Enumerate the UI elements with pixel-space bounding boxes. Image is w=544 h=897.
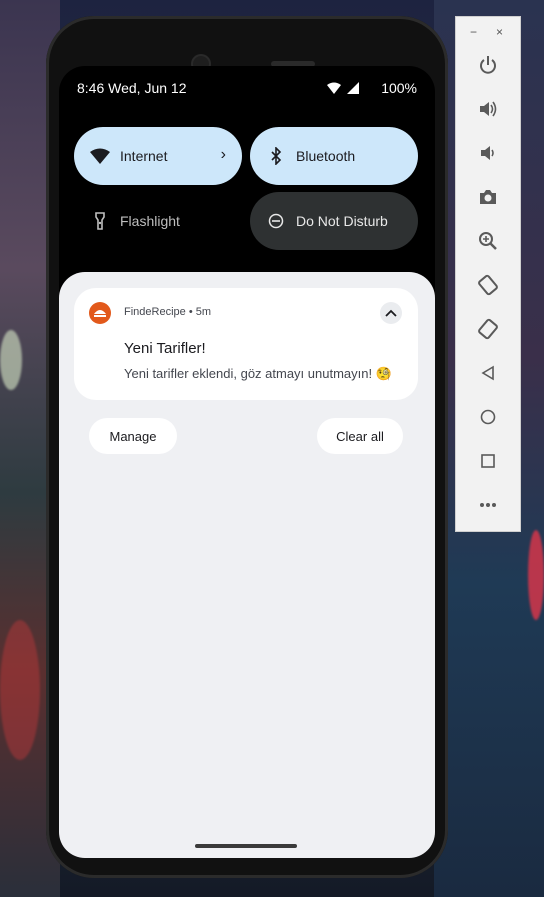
background-neon-sign [528,530,544,620]
tile-bluetooth[interactable]: Bluetooth [250,127,418,185]
notification-header: FindeRecipe • 5m [124,306,211,318]
bluetooth-icon [266,146,286,166]
status-time: 8:46 Wed, Jun 12 [77,80,187,96]
emulator-toolbar: − × [455,16,521,532]
zoom-icon[interactable] [476,229,500,253]
volume-down-icon[interactable] [476,141,500,165]
clear-all-button[interactable]: Clear all [317,418,403,454]
flashlight-icon [90,211,110,231]
home-icon[interactable] [476,405,500,429]
overview-icon[interactable] [476,449,500,473]
camera-icon[interactable] [476,185,500,209]
app-icon [89,302,111,324]
tile-do-not-disturb[interactable]: Do Not Disturb [250,192,418,250]
app-name: FindeRecipe [124,306,186,318]
volume-up-icon[interactable] [476,97,500,121]
manage-button[interactable]: Manage [89,418,177,454]
minimize-icon[interactable]: − [470,25,477,39]
background-sign [0,620,40,760]
rotate-right-icon[interactable] [476,317,500,341]
notification-time: 5m [195,306,212,318]
gesture-bar[interactable] [195,844,297,848]
battery-level: 100% [381,80,417,96]
wifi-icon [90,146,110,166]
tile-internet[interactable]: Internet › [74,127,242,185]
back-icon[interactable] [476,361,500,385]
rotate-left-icon[interactable] [476,273,500,297]
status-bar: 8:46 Wed, Jun 12 100% [77,80,417,98]
chevron-right-icon: › [220,146,226,163]
more-icon[interactable] [476,493,500,517]
tile-label: Do Not Disturb [296,213,388,229]
notification-title: Yeni Tarifler! [124,340,206,357]
wifi-signal-icon [327,82,342,94]
cell-signal-icon [347,82,360,94]
power-icon[interactable] [476,53,500,77]
phone-screen: 8:46 Wed, Jun 12 100% Internet › Bluetoo… [59,66,435,858]
tile-label: Internet [120,148,168,164]
notification-text: Yeni tarifler eklendi, göz atmayı unutma… [124,366,392,381]
chevron-up-icon [385,309,397,317]
do-not-disturb-icon [266,211,286,231]
tile-flashlight[interactable]: Flashlight [74,192,242,250]
close-icon[interactable]: × [496,25,503,39]
status-icons: 100% [327,80,417,96]
tile-label: Flashlight [120,213,180,229]
notification-card[interactable]: FindeRecipe • 5m Yeni Tarifler! Yeni tar… [74,288,418,400]
expand-button[interactable] [380,302,402,324]
notification-shade: FindeRecipe • 5m Yeni Tarifler! Yeni tar… [59,272,435,858]
background-lantern [0,330,22,390]
separator-dot: • [188,306,196,318]
tile-label: Bluetooth [296,148,356,164]
